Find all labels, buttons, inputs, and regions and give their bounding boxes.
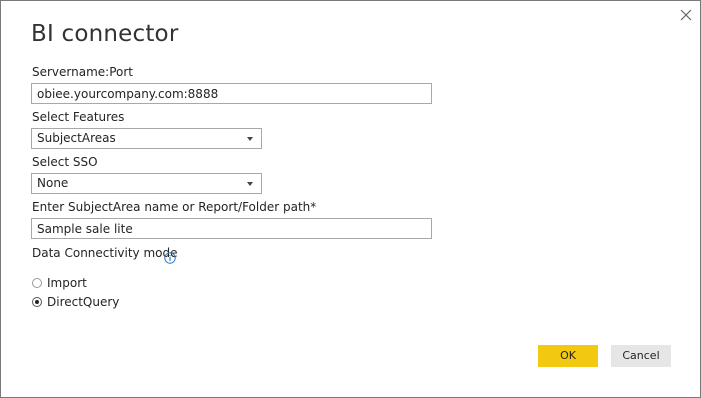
sso-selected-value: None	[37, 176, 69, 190]
sso-select[interactable]: None	[31, 173, 262, 194]
import-radio[interactable]	[32, 278, 42, 288]
features-select[interactable]: SubjectAreas	[31, 128, 262, 149]
info-icon[interactable]	[164, 249, 176, 264]
server-input[interactable]	[31, 83, 432, 104]
path-input[interactable]	[31, 218, 432, 239]
server-label: Servername:Port	[32, 65, 134, 79]
import-radio-label: Import	[47, 276, 87, 290]
directquery-radio-label: DirectQuery	[47, 295, 120, 309]
features-selected-value: SubjectAreas	[37, 131, 116, 145]
bi-connector-dialog: BI connector Servername:Port Select Feat…	[0, 0, 701, 398]
directquery-radio-option[interactable]: DirectQuery	[32, 295, 119, 309]
sso-label: Select SSO	[32, 155, 98, 169]
features-label: Select Features	[32, 110, 125, 124]
chevron-down-icon	[247, 137, 253, 141]
dialog-title: BI connector	[31, 21, 179, 47]
ok-button[interactable]: OK	[538, 345, 598, 367]
close-icon[interactable]	[677, 6, 695, 24]
directquery-radio[interactable]	[32, 297, 42, 307]
import-radio-option[interactable]: Import	[32, 276, 87, 290]
connectivity-label: Data Connectivity mode	[32, 246, 178, 260]
chevron-down-icon	[247, 182, 253, 186]
cancel-button[interactable]: Cancel	[611, 345, 671, 367]
path-label: Enter SubjectArea name or Report/Folder …	[32, 200, 317, 214]
